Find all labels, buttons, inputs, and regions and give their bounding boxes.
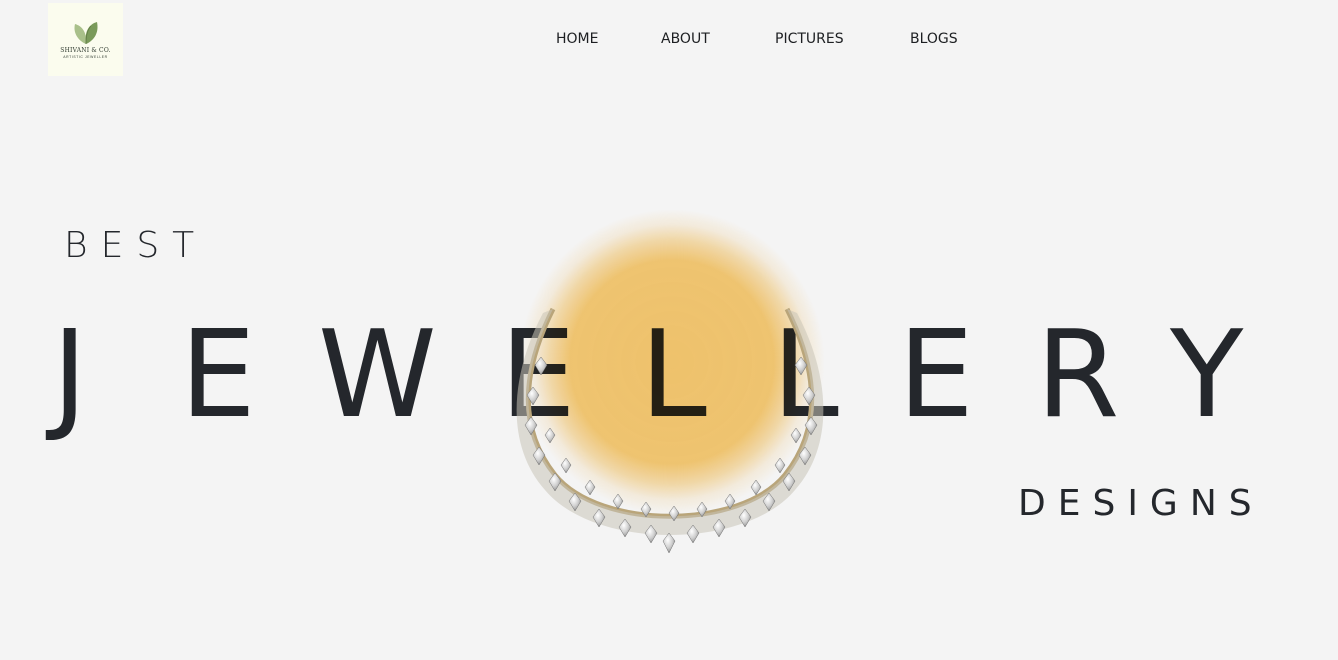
hero-line-designs: DESIGNS [1018, 483, 1264, 524]
nav-blogs[interactable]: BLOGS [910, 31, 958, 47]
nav-pictures[interactable]: PICTURES [775, 31, 844, 47]
hero-letter: L [772, 306, 839, 445]
nav-home[interactable]: HOME [556, 31, 598, 47]
nav-about[interactable]: ABOUT [661, 31, 710, 47]
hero-letter: Y [1170, 306, 1244, 445]
hero-letter: J [52, 306, 88, 445]
main-nav: HOME ABOUT PICTURES BLOGS [0, 31, 1338, 51]
hero-letter: E [500, 306, 576, 445]
hero-letter: L [640, 306, 707, 445]
hero-letter: W [318, 306, 437, 445]
hero-line-best: BEST [64, 225, 208, 266]
hero-letter: E [180, 306, 256, 445]
hero-letter: R [1036, 306, 1120, 445]
hero-letter: E [898, 306, 974, 445]
hero-headline: J E W E L L E R Y [0, 316, 1338, 436]
brand-tagline: ARTISTIC JEWELLER [63, 55, 108, 59]
